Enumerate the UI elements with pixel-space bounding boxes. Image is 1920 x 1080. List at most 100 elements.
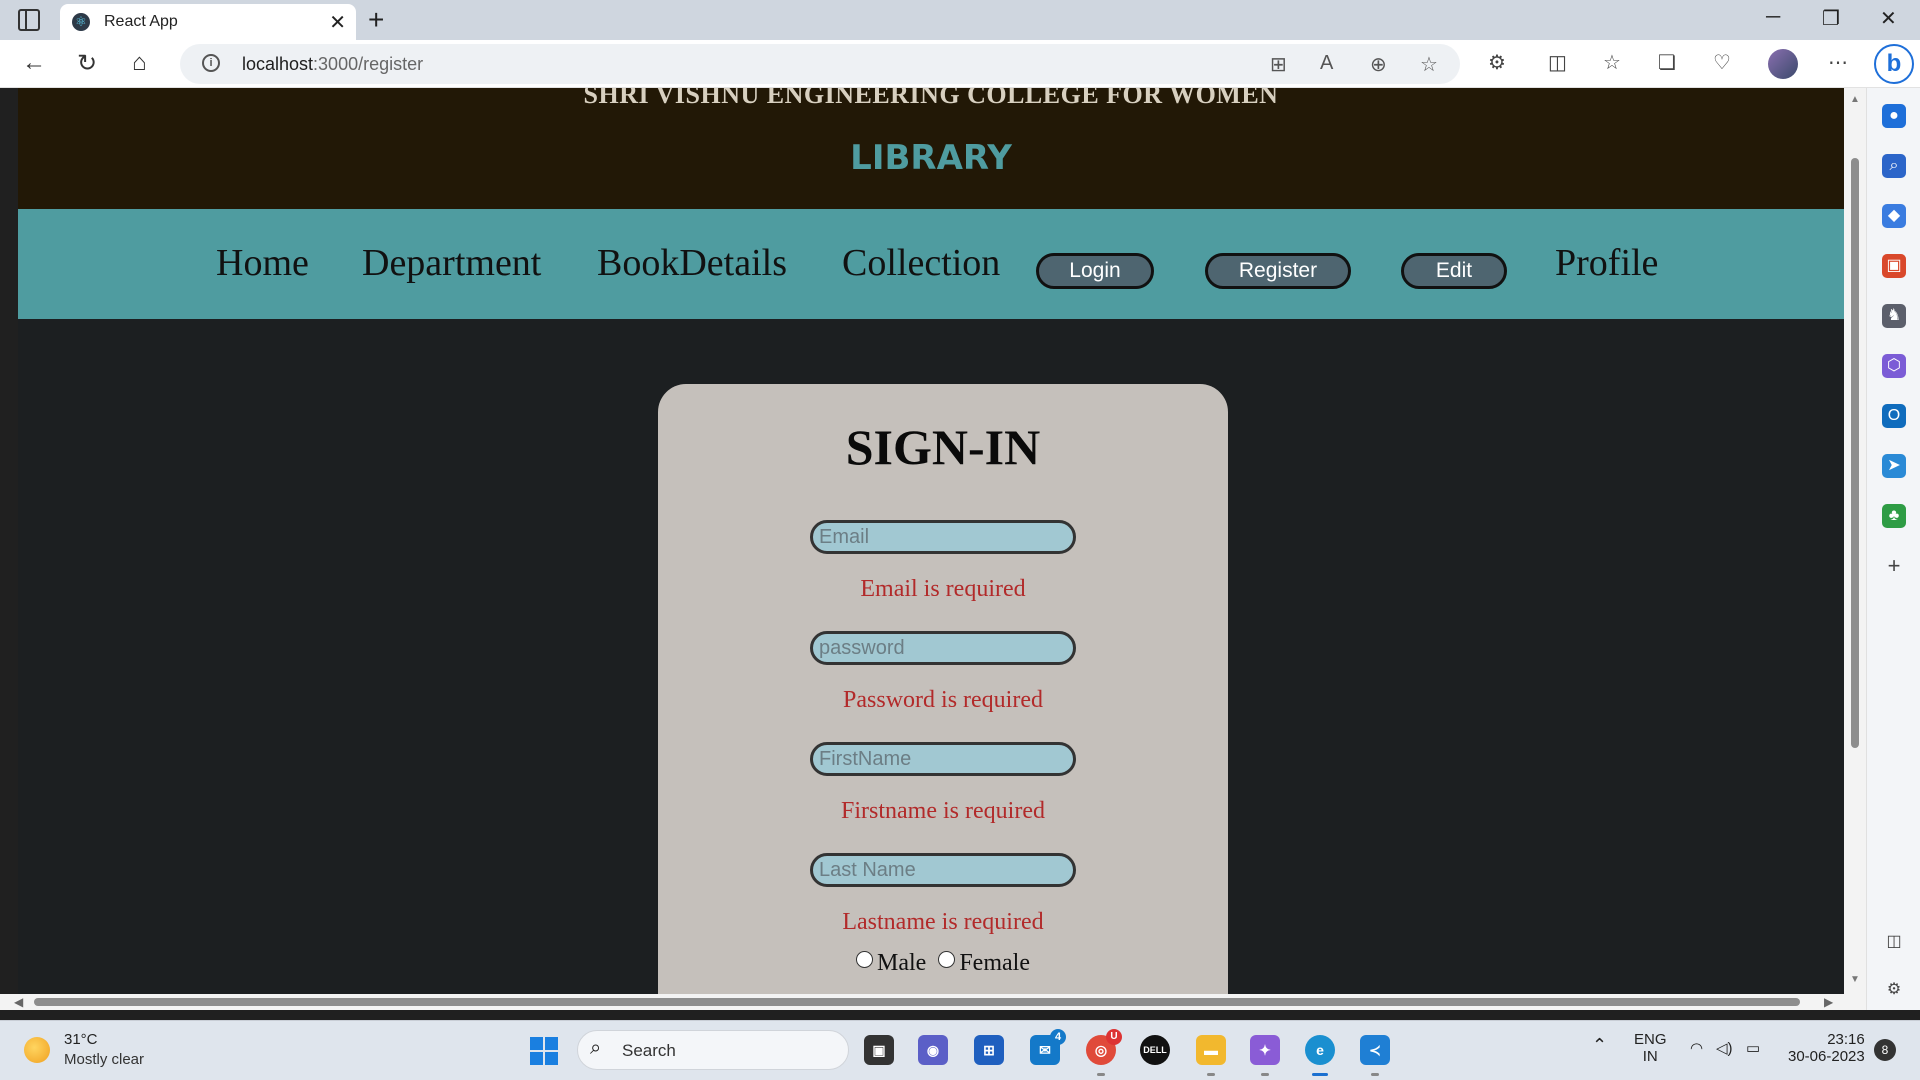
favorite-star-icon[interactable]: ☆: [1420, 52, 1438, 77]
signin-title: SIGN-IN: [845, 419, 1041, 475]
search-icon[interactable]: ⌕: [1882, 154, 1906, 178]
male-radio[interactable]: [856, 951, 874, 968]
task-view-icon[interactable]: ▣: [864, 1035, 894, 1065]
lastname-error: Lastname is required: [842, 909, 1044, 935]
dell-icon[interactable]: DELL: [1140, 1035, 1170, 1065]
taskbar-search[interactable]: ⌕ Search: [577, 1030, 849, 1070]
login-button[interactable]: Login: [1036, 253, 1154, 289]
vertical-scroll-thumb[interactable]: [1851, 158, 1859, 748]
settings-icon[interactable]: ⚙: [1882, 978, 1906, 1002]
favorites-icon[interactable]: ☆: [1603, 50, 1621, 75]
new-tab-button[interactable]: +: [368, 4, 384, 36]
male-label: Male: [877, 950, 927, 976]
site-header: SHRI VISHNU ENGINEERING COLLEGE FOR WOME…: [18, 88, 1844, 209]
restore-button[interactable]: ❐: [1822, 6, 1840, 31]
register-button[interactable]: Register: [1205, 253, 1351, 289]
start-button[interactable]: [530, 1037, 558, 1065]
more-options-icon[interactable]: ⋯: [1828, 50, 1848, 75]
female-radio[interactable]: [938, 951, 956, 968]
site-navbar: Home Department BookDetails Collection L…: [18, 209, 1844, 319]
search-icon: ⌕: [590, 1037, 602, 1059]
tab-close-icon[interactable]: ✕: [329, 10, 346, 35]
nav-bookdetails[interactable]: BookDetails: [597, 241, 787, 285]
profile-avatar[interactable]: [1768, 49, 1798, 79]
horizontal-scroll-thumb[interactable]: [34, 998, 1800, 1006]
react-favicon-icon: ⚛: [72, 13, 90, 31]
firstname-error: Firstname is required: [841, 798, 1045, 824]
file-explorer-icon[interactable]: ▬: [1196, 1035, 1226, 1065]
store-icon[interactable]: ⊞: [974, 1035, 1004, 1065]
copilot-app-icon[interactable]: ✦: [1250, 1035, 1280, 1065]
app-available-icon[interactable]: ⊞: [1270, 52, 1287, 77]
scroll-up-icon[interactable]: ▲: [1850, 94, 1860, 105]
refresh-icon[interactable]: ↻: [77, 49, 97, 78]
nav-collection[interactable]: Collection: [842, 241, 1000, 285]
password-error: Password is required: [843, 687, 1043, 713]
edit-button[interactable]: Edit: [1401, 253, 1507, 289]
female-label: Female: [959, 950, 1030, 976]
home-icon[interactable]: ⌂: [132, 49, 147, 77]
zoom-icon[interactable]: ⊕: [1370, 52, 1387, 77]
chrome-icon[interactable]: ◎ U: [1086, 1029, 1122, 1065]
games-icon[interactable]: ♞: [1882, 304, 1906, 328]
sidebar-toggle-icon[interactable]: ◫: [1882, 930, 1906, 954]
email-field[interactable]: [810, 520, 1076, 554]
read-aloud-icon[interactable]: A: [1320, 52, 1333, 75]
tray-overflow-icon[interactable]: ⌃: [1592, 1035, 1607, 1056]
nav-department[interactable]: Department: [362, 241, 541, 285]
address-bar[interactable]: i localhost:3000/register ⊞ A ⊕ ☆: [180, 44, 1460, 84]
notifications-icon[interactable]: ●: [1882, 104, 1906, 128]
lastname-field[interactable]: [810, 853, 1076, 887]
send-icon[interactable]: ➤: [1882, 454, 1906, 478]
tree-icon[interactable]: ♣: [1882, 504, 1906, 528]
browser-essentials-icon[interactable]: ♡: [1713, 50, 1731, 75]
office-icon[interactable]: ⬡: [1882, 354, 1906, 378]
scroll-left-icon[interactable]: ◀: [14, 995, 23, 1009]
mail-icon[interactable]: ✉ 4: [1030, 1029, 1066, 1065]
tab-title: React App: [104, 13, 178, 30]
chrome-running-indicator: [1097, 1073, 1105, 1076]
volume-icon[interactable]: ◁): [1716, 1039, 1733, 1057]
minimize-button[interactable]: ─: [1766, 6, 1780, 29]
collections-icon[interactable]: ❏: [1658, 50, 1676, 75]
tab-bar: ⚛ React App ✕ + ─ ❐ ✕: [0, 0, 1920, 40]
copilot-running-indicator: [1261, 1073, 1269, 1076]
horizontal-scrollbar[interactable]: ◀ ▶: [0, 994, 1866, 1010]
weather-icon[interactable]: [24, 1037, 50, 1063]
add-icon[interactable]: +: [1882, 554, 1906, 578]
language-indicator[interactable]: ENG IN: [1634, 1031, 1667, 1065]
notification-count-badge[interactable]: 8: [1874, 1039, 1896, 1061]
explorer-running-indicator: [1207, 1073, 1215, 1076]
battery-icon[interactable]: ▭: [1746, 1039, 1760, 1057]
tools-icon[interactable]: ▣: [1882, 254, 1906, 278]
vscode-icon[interactable]: ≺: [1360, 1035, 1390, 1065]
back-icon[interactable]: ←: [22, 49, 46, 77]
edge-sidebar: ● ⌕ ◆ ▣ ♞ ⬡ O ➤ ♣ + ◫ ⚙: [1866, 88, 1920, 1010]
url-text[interactable]: localhost:3000/register: [242, 54, 423, 75]
site-info-icon[interactable]: i: [202, 54, 220, 72]
wifi-icon[interactable]: ◠: [1690, 1039, 1703, 1057]
chat-icon[interactable]: ◉: [918, 1035, 948, 1065]
password-field[interactable]: [810, 631, 1076, 665]
close-window-button[interactable]: ✕: [1880, 6, 1897, 31]
vertical-scrollbar[interactable]: ▲ ▼: [1844, 88, 1866, 994]
edge-icon[interactable]: e: [1305, 1035, 1335, 1065]
shopping-icon[interactable]: ◆: [1882, 204, 1906, 228]
firstname-field[interactable]: [810, 742, 1076, 776]
vscode-running-indicator: [1371, 1073, 1379, 1076]
edge-active-indicator: [1312, 1073, 1328, 1076]
clock[interactable]: 23:16 30-06-2023: [1788, 1031, 1865, 1065]
split-screen-icon[interactable]: ◫: [1548, 50, 1567, 75]
scroll-right-icon[interactable]: ▶: [1824, 995, 1833, 1009]
weather-temperature: 31°C: [64, 1031, 98, 1048]
scroll-down-icon[interactable]: ▼: [1850, 974, 1860, 985]
browser-tab[interactable]: ⚛ React App ✕: [60, 4, 356, 40]
nav-home[interactable]: Home: [216, 241, 309, 285]
bing-copilot-icon[interactable]: b: [1874, 44, 1914, 84]
tab-actions-icon[interactable]: [18, 9, 40, 31]
page-viewport: SHRI VISHNU ENGINEERING COLLEGE FOR WOME…: [18, 88, 1844, 994]
nav-profile[interactable]: Profile: [1555, 241, 1658, 285]
extensions-icon[interactable]: ⚙: [1488, 50, 1506, 75]
outlook-icon[interactable]: O: [1882, 404, 1906, 428]
gender-group: Male Female: [658, 950, 1228, 977]
